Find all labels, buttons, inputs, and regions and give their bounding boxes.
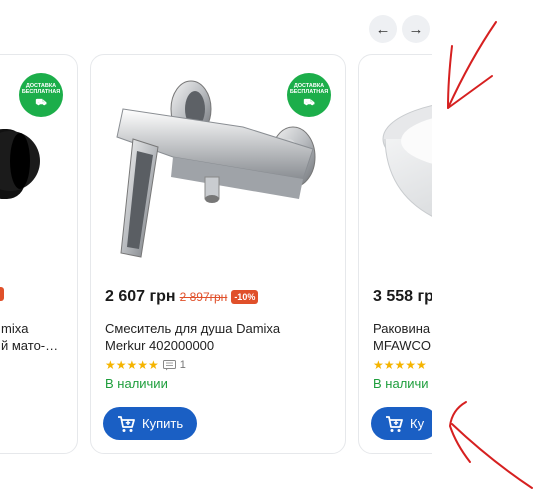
product-name-line: й мато-… <box>1 338 59 353</box>
annotation-arrow-bottom <box>451 423 533 489</box>
black-faucet-image <box>0 129 40 199</box>
price-row: 3 558 гр <box>373 288 432 306</box>
product-name[interactable]: Смеситель для душа Damixa Merkur 4020000… <box>105 320 295 354</box>
product-name-line: Merkur 402000000 <box>105 338 215 353</box>
rating-row: ★★★★★ 1 <box>105 358 186 372</box>
arrow-right-icon: → <box>408 20 424 38</box>
product-card[interactable]: 3 558 гр Раковина MFAWCO ★★★★★ В наличи … <box>358 54 432 454</box>
price: 2 607 грн <box>105 288 176 305</box>
annotation-arrowhead-top <box>447 45 493 109</box>
product-name[interactable]: Раковина MFAWCO <box>373 320 432 354</box>
buy-button-label: Купить <box>142 416 184 431</box>
product-carousel: ← → ДОСТАВКА БЕСПЛАТНАЯ ⛟ mixa й мато-… <box>0 0 432 494</box>
annotation-arrowhead-bottom <box>449 401 471 463</box>
cart-icon <box>118 415 135 432</box>
annotation-arrow-top <box>447 21 497 109</box>
arrow-left-icon: ← <box>375 20 391 38</box>
discount-badge <box>0 287 4 301</box>
stock-status: В наличи <box>373 376 429 391</box>
rating-row: ★★★★★ <box>373 358 427 372</box>
product-name-line: Раковина <box>373 321 431 336</box>
old-price: 2 897грн <box>179 290 228 304</box>
product-image[interactable] <box>0 69 65 279</box>
price-row <box>0 287 4 302</box>
product-image[interactable] <box>103 69 333 279</box>
product-image[interactable] <box>371 69 432 279</box>
comment-icon <box>162 359 176 370</box>
stock-status: В наличии <box>105 376 168 391</box>
star-rating: ★★★★★ <box>373 358 427 372</box>
chrome-shower-mixer-image <box>116 80 316 258</box>
buy-button[interactable]: Купить <box>103 407 198 440</box>
carousel-next-button[interactable]: → <box>402 15 430 43</box>
white-sink-image <box>382 104 432 217</box>
product-name[interactable]: mixa й мато-… <box>1 320 81 354</box>
product-card[interactable]: ДОСТАВКА БЕСПЛАТНАЯ ⛟ mixa й мато-… <box>0 54 78 454</box>
product-card[interactable]: ДОСТАВКА БЕСПЛАТНАЯ ⛟ 2 607 грн 2 897грн… <box>90 54 346 454</box>
product-name-line: mixa <box>1 321 29 336</box>
star-rating: ★★★★★ <box>105 358 159 372</box>
price: 3 558 гр <box>373 288 432 305</box>
product-name-line: Смеситель для душа Damixa <box>105 321 281 336</box>
review-count[interactable]: 1 <box>180 359 186 371</box>
product-name-line: MFAWCO <box>373 338 432 353</box>
buy-button[interactable]: Ку <box>371 407 432 440</box>
buy-button-label: Ку <box>410 416 425 431</box>
price-row: 2 607 грн 2 897грн -10% <box>105 288 259 306</box>
carousel-prev-button[interactable]: ← <box>369 15 397 43</box>
discount-badge: -10% <box>231 290 259 304</box>
cart-icon <box>386 415 403 432</box>
